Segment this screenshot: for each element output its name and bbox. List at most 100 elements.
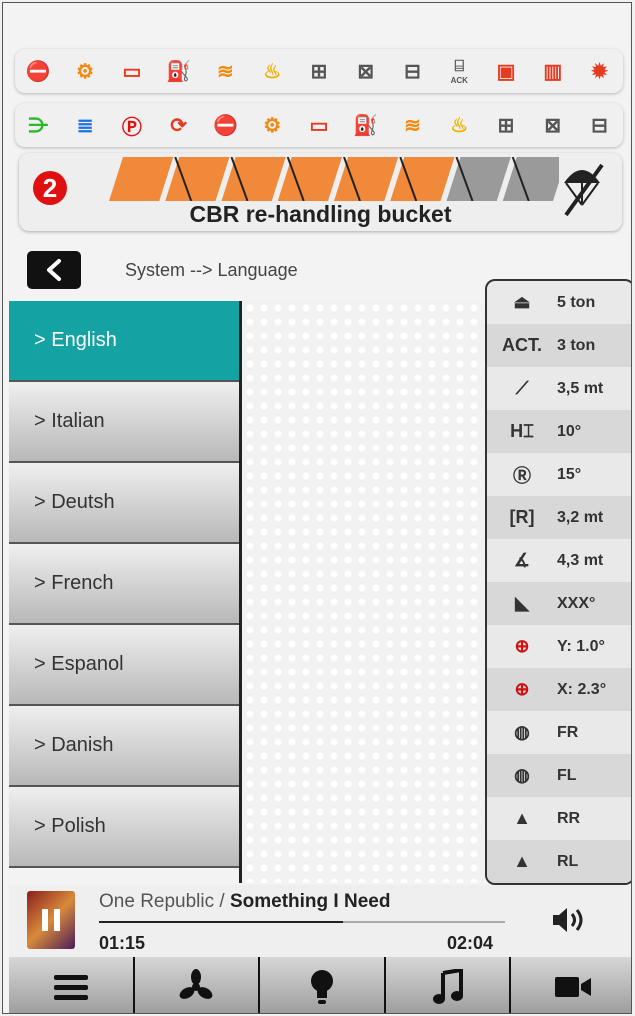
menu-icon <box>53 975 88 1000</box>
status-row: ◣ XXX° <box>487 582 631 625</box>
music-button[interactable] <box>385 957 512 1013</box>
status-value: 5 ton <box>557 293 596 311</box>
battery-icon-2: ▭ <box>309 114 329 137</box>
gear-warning-icon: ✹ <box>591 60 608 83</box>
status-value: 3,5 mt <box>557 379 604 397</box>
language-option[interactable]: > French <box>9 544 239 625</box>
status-value: 15° <box>557 465 582 483</box>
status-value: 4,3 mt <box>557 551 604 569</box>
lights-button[interactable] <box>260 957 386 1013</box>
back-button[interactable] <box>27 251 81 289</box>
track-title: Something I Need <box>229 891 391 912</box>
attachment-title: CBR re-handling bucket <box>189 201 452 227</box>
status-value: RL <box>557 852 579 870</box>
status-row: ⟋ 3,5 mt <box>487 367 631 410</box>
coolant-temp-icon: ♨ <box>263 60 282 83</box>
engine-warning-icon: ⚙ <box>76 60 95 83</box>
language-option[interactable]: > English <box>9 301 239 382</box>
bucket-bar-segment <box>277 157 342 201</box>
boom-length-icon: ⟋ <box>515 378 529 398</box>
status-row: [R] 3,2 mt <box>487 496 631 539</box>
coolant-temp-icon-2: ♨ <box>450 114 469 137</box>
engine-warning-icon-2: ⚙ <box>263 114 282 137</box>
status-value: RR <box>557 809 581 827</box>
app-frame: ⛔ ⚙ ▭ ⛽ ≋ ♨ ⊞ ⊠ ⊟ ⌸ ACK ▣ ▥ ✹ ⋺ ≣ Ⓟ ⟳ ⛔ ⚙ ▭ ⛽ ≋ ♨ ⊞ ⊠ ⊟ 2 CBR re-… <box>2 2 632 1014</box>
content-background <box>243 301 485 883</box>
bucket-bar-segment <box>334 157 399 201</box>
status-value: Y: 1.0° <box>557 637 605 655</box>
light-bulb-icon <box>310 970 333 1004</box>
language-option[interactable]: > Italian <box>9 382 239 463</box>
status-row: ⊕ X: 2.3° <box>487 668 631 711</box>
hydraulic-oil-level-icon: ▣ <box>496 60 516 83</box>
attachment-panel[interactable]: 2 CBR re-handling bucket <box>19 153 622 231</box>
warning-icons-row-2: ⋺ ≣ Ⓟ ⟳ ⛔ ⚙ ▭ ⛽ ≋ ♨ ⊞ ⊠ ⊟ <box>15 103 623 147</box>
language-option[interactable]: > Danish <box>9 706 239 787</box>
status-row: ACT. 3 ton <box>487 324 631 367</box>
inclination-y-icon: ⊕ <box>514 636 530 656</box>
status-row: ▲ RR <box>487 797 631 840</box>
parachute-disabled-icon[interactable] <box>556 161 608 219</box>
status-value: 10° <box>557 422 582 440</box>
height-icon: H⌶ <box>510 421 534 441</box>
status-value: FR <box>557 723 579 741</box>
fuel-filter-icon: ⊟ <box>404 60 421 83</box>
breadcrumb: System --> Language <box>125 260 298 280</box>
bottom-navigation <box>9 957 631 1013</box>
fuel-filter-icon-2: ⊟ <box>591 114 608 137</box>
camera-button[interactable] <box>511 957 631 1013</box>
air-filter-blocked-icon: ⊠ <box>357 60 375 83</box>
fan-button[interactable] <box>134 957 261 1013</box>
elapsed-time: 01:15 <box>99 933 146 953</box>
music-player: One Republic / Something I Need 01:15 02… <box>9 885 631 957</box>
now-playing: One Republic / Something I Need <box>99 891 390 913</box>
status-row: ◍ FL <box>487 754 631 797</box>
status-row: H⌶ 10° <box>487 410 631 453</box>
camera-icon <box>555 977 592 997</box>
language-list: > English > Italian > Deutsh > French > Espa… <box>9 301 242 883</box>
terrain-rr-icon: ▲ <box>513 808 531 828</box>
total-time: 02:04 <box>447 933 494 953</box>
inclination-x-icon: ⊕ <box>514 679 530 699</box>
language-option[interactable]: > Polish <box>9 787 239 868</box>
music-note-icon <box>432 969 463 1004</box>
ack-label: ACK <box>450 75 468 85</box>
fan-icon <box>180 969 213 999</box>
hydraulic-icon: ≋ <box>217 60 234 83</box>
transmission-icon: ⟳ <box>170 114 188 137</box>
high-beam-icon: ≣ <box>76 114 94 137</box>
oil-pressure-icon: ⛽ <box>166 60 192 83</box>
brake-stop-icon-2: ⛔ <box>212 114 238 137</box>
terrain-rl-icon: ▲ <box>513 851 531 871</box>
album-art-pause-button[interactable] <box>27 891 75 949</box>
volume-icon[interactable] <box>549 905 589 935</box>
status-row: ▲ RL <box>487 840 631 883</box>
hydraulic-icon-2: ≋ <box>404 114 421 137</box>
bucket-bar-segment <box>165 157 230 201</box>
angle-icon: ∡ <box>513 550 531 570</box>
menu-button[interactable] <box>9 957 135 1013</box>
status-value: FL <box>557 766 577 784</box>
language-option[interactable]: > Espanol <box>9 625 239 706</box>
bucket-bar-segment <box>502 157 559 201</box>
attachment-number-badge: 2 <box>33 171 67 205</box>
status-value: 3 ton <box>557 336 596 354</box>
hydraulic-oil-temp-icon: ▥ <box>543 60 563 83</box>
status-value: 3,2 mt <box>557 508 604 526</box>
air-filter-blocked-icon-2: ⊠ <box>544 114 562 137</box>
oil-pressure-icon-2: ⛽ <box>353 114 379 137</box>
playback-progress-bar[interactable] <box>99 921 505 923</box>
status-value: X: 2.3° <box>557 680 607 698</box>
parking-brake-icon: Ⓟ <box>121 116 142 139</box>
pause-icon <box>42 909 60 931</box>
status-row: ◍ FR <box>487 711 631 754</box>
act-label: ACT. <box>502 335 542 355</box>
air-filter-icon-2: ⊞ <box>497 114 515 137</box>
language-option[interactable]: > Deutsh <box>9 463 239 544</box>
artist-name: One Republic / <box>99 891 230 912</box>
rotation-icon: Ⓡ <box>513 465 531 486</box>
chevron-left-icon <box>47 259 61 281</box>
bucket-bar-segment <box>446 157 511 201</box>
bucket-bar-segment <box>390 157 455 201</box>
tire-fl-icon: ◍ <box>514 765 530 785</box>
